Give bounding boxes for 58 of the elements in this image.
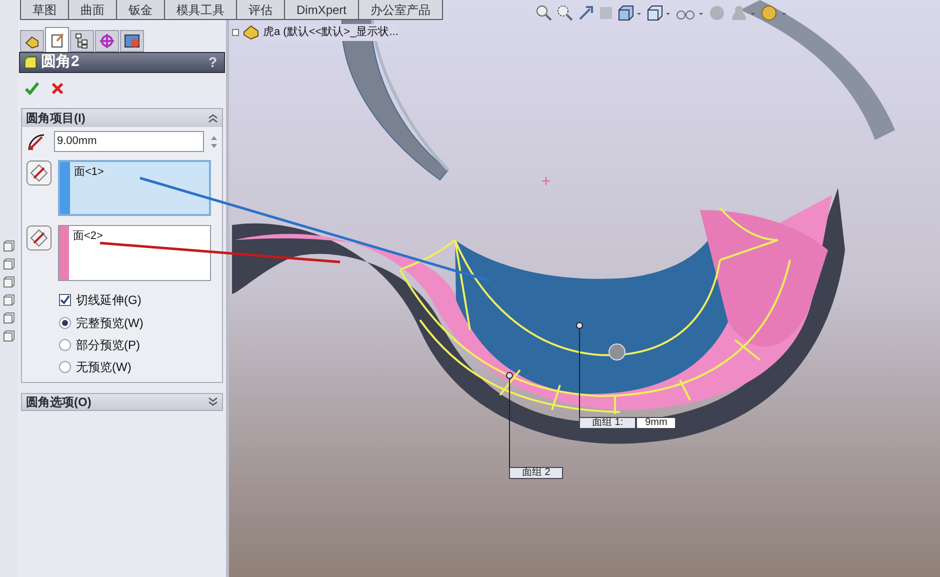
property-icon [49,32,65,48]
callout-value[interactable]: 9mm [636,417,676,429]
command-tab[interactable]: 办公室产品 [359,0,442,19]
checkbox-label: 切线延伸(G) [76,292,142,309]
command-tab[interactable]: 模具工具 [165,0,236,19]
view-orientation-icon[interactable] [618,5,642,21]
tree-item[interactable]: 虎a (默认<<默认>_显示状... [263,24,398,40]
panel-tab[interactable] [45,27,69,52]
dimxpert-icon [99,33,115,49]
command-tab[interactable]: 评估 [237,0,284,19]
command-tab[interactable]: 曲面 [69,0,116,19]
feature-title: 圆角2 [41,52,80,72]
part-icon [243,24,259,40]
realview-sphere-icon[interactable] [761,5,787,21]
configuration-icon [74,33,90,49]
radius-field[interactable]: 9.00mm [54,131,204,152]
cube-icon[interactable] [3,330,15,342]
panel-tab[interactable] [20,30,44,52]
cube-icon[interactable] [3,240,15,252]
radio-label: 完整预览(W) [76,315,144,332]
fillet-feature-icon [23,55,38,70]
previous-view-icon[interactable] [578,5,594,21]
callout-label: 面组 2 [509,467,564,479]
command-tab[interactable]: 钣金 [117,0,164,19]
radio-label: 无预览(W) [76,359,132,376]
section-header[interactable]: 圆角项目(I) [22,109,222,127]
zoom-area-icon[interactable] [557,5,573,21]
radio-button[interactable] [59,339,71,351]
zoom-icon[interactable] [536,5,552,21]
expand-toggle-icon[interactable] [232,28,239,36]
cube-icon[interactable] [3,294,15,306]
cube-icon[interactable] [3,276,15,288]
selected-face[interactable]: 面<2> [73,228,103,244]
command-tab[interactable]: DimXpert [285,0,358,19]
scene-icon[interactable] [730,5,756,21]
callout-label: 面组 1: [579,417,636,429]
selection-icon[interactable] [26,160,52,186]
radio-button[interactable] [59,317,71,329]
selection-list[interactable]: 面<2> [58,225,211,281]
cube-icon[interactable] [3,312,15,324]
section-header[interactable]: 圆角选项(O) [21,393,223,411]
cube-icon[interactable] [3,258,15,270]
help-button[interactable]: ? [208,52,221,73]
command-tab[interactable]: 草图 [21,0,68,19]
collapse-chevron-icon[interactable] [208,113,218,123]
selection-icon[interactable] [26,225,52,251]
radio-button[interactable] [59,361,71,373]
expand-chevron-icon[interactable] [208,397,218,407]
radio-label: 部分预览(P) [76,337,140,354]
checkbox[interactable] [59,294,71,306]
selection-list[interactable]: 面<1> [58,160,211,216]
panel-tab[interactable] [120,30,144,52]
display-style-icon[interactable] [647,5,671,21]
selected-face[interactable]: 面<1> [74,164,104,180]
panel-tab[interactable] [70,30,94,52]
check-icon[interactable] [24,80,40,96]
display-icon [124,33,140,49]
close-icon[interactable] [50,80,65,96]
